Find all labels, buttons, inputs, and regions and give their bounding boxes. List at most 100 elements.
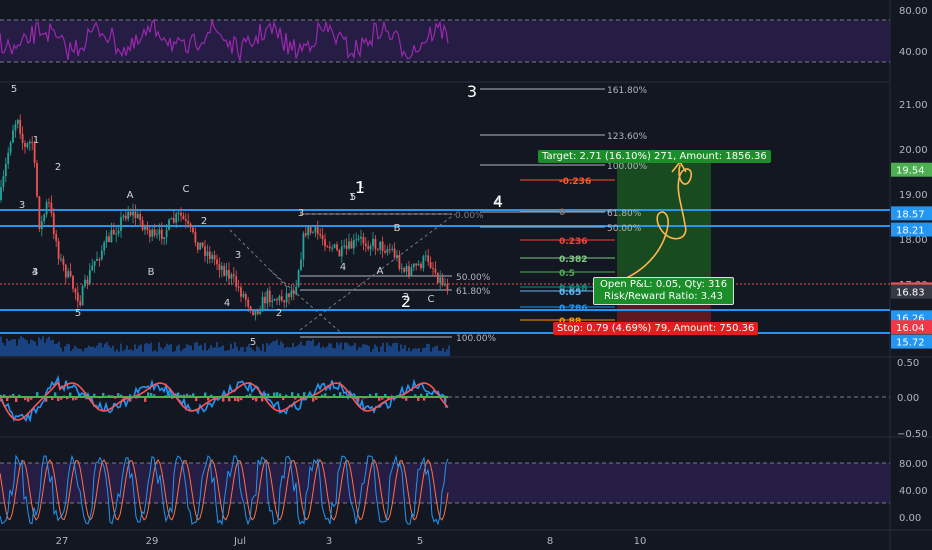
candle xyxy=(280,289,283,303)
candle xyxy=(28,139,31,151)
candle xyxy=(422,254,425,272)
volume-bar xyxy=(100,342,102,356)
volume-bar xyxy=(368,345,370,356)
wave-label: B xyxy=(394,223,401,234)
svg-text:16.04: 16.04 xyxy=(896,323,925,334)
volume-bar xyxy=(230,343,232,356)
volume-bar xyxy=(26,340,28,356)
volume-bar xyxy=(108,345,110,356)
candle xyxy=(304,225,307,238)
volume-bar xyxy=(366,345,368,356)
volume-bar xyxy=(128,349,130,356)
volume-bar xyxy=(270,343,272,356)
wave-label: 5 xyxy=(250,337,256,348)
candle xyxy=(254,309,257,321)
volume-bar xyxy=(212,347,214,356)
open-pnl-box[interactable]: Open P&L: 0.05, Qty: 316 Risk/Reward Rat… xyxy=(593,277,735,305)
fib-ext-label: 0.786 xyxy=(559,304,587,314)
volume-bar xyxy=(318,342,320,356)
volume-bar xyxy=(364,344,366,356)
rsi-tick: 40.00 xyxy=(899,47,928,58)
volume-bar xyxy=(140,344,142,356)
volume-bar xyxy=(446,349,448,356)
volume-bar xyxy=(370,351,372,356)
candle xyxy=(348,233,350,251)
candle xyxy=(252,310,254,317)
rsi-band xyxy=(0,20,890,62)
volume-bar xyxy=(324,347,326,356)
time-tick: 10 xyxy=(634,536,647,547)
candle xyxy=(9,140,12,156)
candle xyxy=(264,291,266,310)
price-tick: 19.00 xyxy=(899,190,928,201)
volume-bar xyxy=(190,345,192,356)
volume-bar xyxy=(352,345,354,356)
volume-bar xyxy=(82,351,84,356)
wave-label: 2 xyxy=(201,216,207,227)
fib-label: 123.60% xyxy=(607,132,647,142)
candle xyxy=(199,242,202,250)
candle xyxy=(50,195,53,217)
wave-label: A xyxy=(377,266,384,277)
open-pnl-label: Open P&L: 0.05, Qty: 316 xyxy=(600,279,728,290)
volume-bar xyxy=(280,341,282,356)
volume-bar xyxy=(254,351,256,356)
candle xyxy=(393,242,396,260)
volume-bar xyxy=(102,347,104,356)
volume-bar xyxy=(296,345,298,356)
volume-bar xyxy=(40,339,42,356)
wave-label: 1 xyxy=(33,135,39,146)
candle xyxy=(285,287,288,308)
price-badge: 16.04 xyxy=(891,320,932,335)
volume-bar xyxy=(214,347,216,356)
candle xyxy=(134,204,137,226)
svg-text:18.21: 18.21 xyxy=(896,226,925,237)
volume-bar xyxy=(290,347,292,356)
volume-bar xyxy=(0,336,2,356)
volume-bar xyxy=(354,343,356,356)
volume-bar xyxy=(178,344,180,356)
candle xyxy=(360,229,362,246)
volume-bar xyxy=(96,345,98,356)
volume-bar xyxy=(58,341,60,356)
volume-bar xyxy=(106,342,108,356)
candle xyxy=(38,195,41,232)
volume-bar xyxy=(306,340,308,356)
volume-bar xyxy=(386,342,388,356)
volume-bar xyxy=(130,349,132,356)
candle xyxy=(177,209,180,222)
volume-bar xyxy=(360,347,362,356)
candle xyxy=(350,237,353,249)
volume-bar xyxy=(250,347,252,356)
candle xyxy=(384,244,386,255)
volume-bar xyxy=(76,347,78,356)
candle xyxy=(386,245,389,256)
stop-label[interactable]: Stop: 0.79 (4.69%) 79, Amount: 750.36 xyxy=(553,322,759,335)
volume-bar xyxy=(210,345,212,356)
candle xyxy=(343,239,346,250)
candle xyxy=(192,226,194,235)
volume-bar xyxy=(90,346,92,356)
volume-bar xyxy=(78,348,80,356)
volume-bar xyxy=(162,349,164,356)
fib-ext-label: 0.65 xyxy=(559,288,581,298)
candle xyxy=(362,232,365,251)
macd-tick: 0.50 xyxy=(897,358,919,369)
price-tick: 21.00 xyxy=(899,100,928,111)
chart-canvas[interactable]: -0.23600.2360.3820.50.6180.650.7860.88 2… xyxy=(0,0,932,550)
volume-bar xyxy=(404,345,406,356)
target-label[interactable]: Target: 2.71 (16.10%) 271, Amount: 1856.… xyxy=(538,150,771,163)
volume-bar xyxy=(338,344,340,356)
candle xyxy=(314,226,317,238)
volume-bar xyxy=(438,350,440,356)
volume-bar xyxy=(6,338,8,356)
candle xyxy=(230,272,233,286)
volume-bar xyxy=(414,348,416,356)
candle xyxy=(429,256,432,269)
candle xyxy=(98,257,101,267)
volume-bar xyxy=(442,347,444,356)
volume-bar xyxy=(390,346,392,356)
candle xyxy=(146,221,149,235)
volume-bar xyxy=(156,351,158,356)
candle xyxy=(240,285,242,303)
